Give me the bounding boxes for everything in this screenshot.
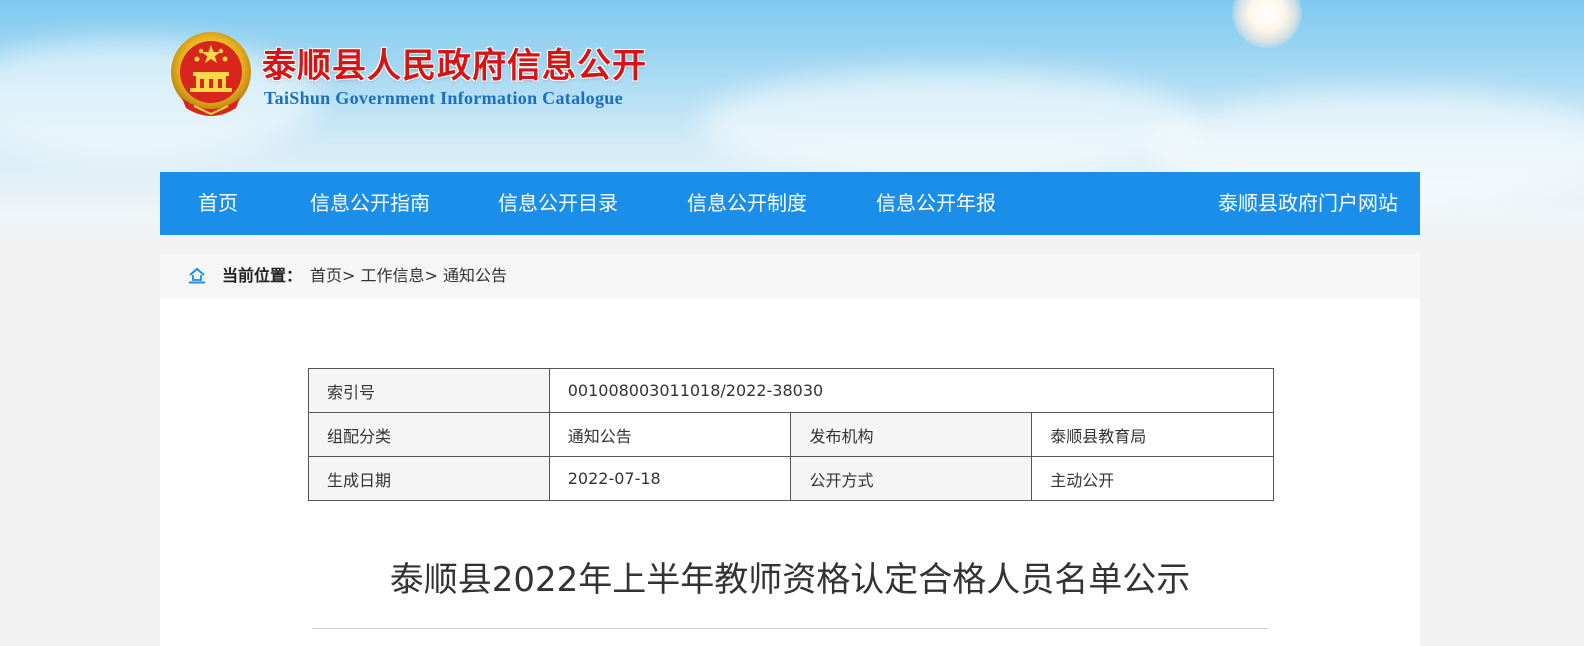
- home-icon: [189, 267, 205, 284]
- main-content: 索引号 001008003011018/2022-38030 组配分类 通知公告…: [160, 298, 1420, 646]
- table-row: 生成日期 2022-07-18 公开方式 主动公开: [308, 456, 1274, 501]
- nav-item-portal[interactable]: 泰顺县政府门户网站: [1218, 172, 1398, 235]
- breadcrumb-item-notices[interactable]: 通知公告: [443, 266, 507, 285]
- publisher-value: 泰顺县教育局: [1031, 412, 1274, 457]
- national-emblem-icon[interactable]: [168, 28, 254, 118]
- main-nav: 首页 信息公开指南 信息公开目录 信息公开制度 信息公开年报 泰顺县政府门户网站: [160, 172, 1420, 235]
- nav-item-disclosure-policy[interactable]: 信息公开制度: [687, 172, 807, 235]
- site-header: 泰顺县人民政府信息公开 TaiShun Government Informati…: [168, 28, 728, 120]
- index-label: 索引号: [308, 368, 550, 413]
- table-row: 索引号 001008003011018/2022-38030: [308, 368, 1275, 413]
- metadata-table: 索引号 001008003011018/2022-38030 组配分类 通知公告…: [308, 368, 1275, 501]
- breadcrumb-label: 当前位置：: [222, 266, 303, 285]
- disclosure-label: 公开方式: [790, 456, 1033, 501]
- category-label: 组配分类: [308, 412, 550, 457]
- sun-glare: [1232, 0, 1302, 48]
- breadcrumb-trail: 首页> 工作信息> 通知公告: [310, 254, 507, 298]
- site-title: 泰顺县人民政府信息公开: [262, 46, 647, 86]
- disclosure-value: 主动公开: [1031, 456, 1274, 501]
- title-divider: [312, 628, 1268, 629]
- date-value: 2022-07-18: [548, 456, 792, 501]
- site-subtitle: TaiShun Government Information Catalogue: [264, 88, 623, 108]
- table-row: 组配分类 通知公告 发布机构 泰顺县教育局: [308, 412, 1274, 457]
- breadcrumb-item-work-info[interactable]: 工作信息>: [361, 266, 438, 285]
- nav-item-home[interactable]: 首页: [198, 172, 238, 235]
- category-value: 通知公告: [548, 412, 792, 457]
- breadcrumb-item-home[interactable]: 首页>: [310, 266, 355, 285]
- breadcrumb: 当前位置： 首页> 工作信息> 通知公告: [160, 254, 1420, 298]
- publisher-label: 发布机构: [790, 412, 1033, 457]
- index-value: 001008003011018/2022-38030: [548, 368, 1275, 413]
- date-label: 生成日期: [308, 456, 550, 501]
- nav-item-disclosure-guide[interactable]: 信息公开指南: [310, 172, 430, 235]
- article-title: 泰顺县2022年上半年教师资格认定合格人员名单公示: [389, 560, 1191, 600]
- nav-item-disclosure-catalog[interactable]: 信息公开目录: [498, 172, 618, 235]
- nav-item-annual-report[interactable]: 信息公开年报: [876, 172, 996, 235]
